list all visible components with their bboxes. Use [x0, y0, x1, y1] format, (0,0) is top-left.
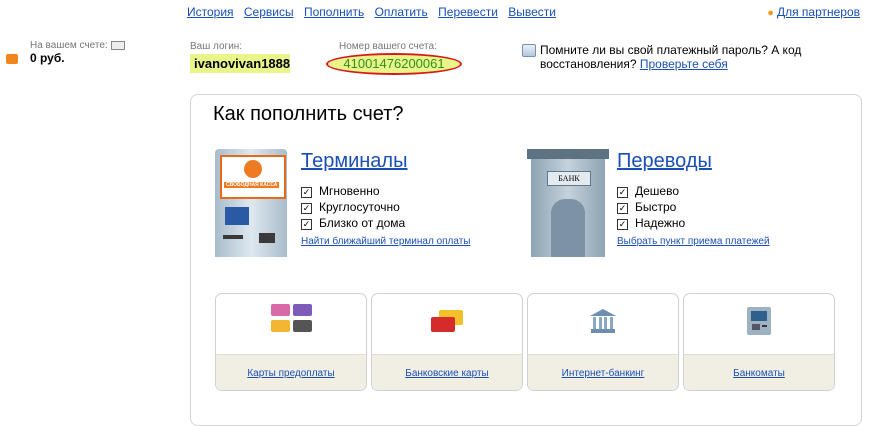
terminal-brand: СВОБОДНАЯ КАССА	[224, 182, 280, 188]
check-icon: ✓	[301, 187, 312, 198]
balance-label-wrap: На вашем счете:	[30, 40, 125, 51]
transfers-block: БАНК Переводы ✓ Дешево ✓ Быстро ✓ Надежно В…	[527, 149, 770, 257]
login-block: Ваш логин: ivanovivan1888	[190, 41, 290, 73]
check-icon: ✓	[301, 203, 312, 214]
feature-label: Круглосуточно	[319, 200, 400, 214]
transfers-link[interactable]: Переводы	[617, 150, 712, 173]
bank-icon: БАНК	[527, 149, 609, 257]
top-up-panel: Как пополнить счет? СВОБОДНАЯ КАССА Терм…	[190, 94, 862, 426]
bank-cards-link[interactable]: Банковские карты	[372, 368, 522, 379]
feature-label: Мгновенно	[319, 184, 380, 198]
check-yourself-link[interactable]: Проверьте себя	[640, 57, 728, 71]
nav-history[interactable]: История	[187, 5, 234, 19]
tile-bank-cards[interactable]: Банковские карты	[371, 293, 523, 391]
internet-banking-link[interactable]: Интернет-банкинг	[528, 368, 678, 379]
tile-internet-banking[interactable]: Интернет-банкинг	[527, 293, 679, 391]
wallet-icon	[6, 54, 18, 64]
terminals-features: ✓ Мгновенно ✓ Круглосуточно ✓ Близко от дом…	[301, 183, 405, 231]
check-icon: ✓	[301, 219, 312, 230]
tile-prepaid-cards[interactable]: Карты предоплаты	[215, 293, 367, 391]
feature-label: Дешево	[635, 184, 680, 198]
list-item: ✓ Круглосуточно	[301, 199, 405, 215]
list-item: ✓ Быстро	[617, 199, 685, 215]
reminder-text-wrap: Помните ли вы свой платежный пароль? А к…	[540, 43, 857, 71]
tile-atms[interactable]: Банкоматы	[683, 293, 835, 391]
transfers-features: ✓ Дешево ✓ Быстро ✓ Надежно	[617, 183, 685, 231]
bank-building-icon	[589, 308, 617, 334]
account-label: Номер вашего счета:	[339, 41, 437, 52]
atm-icon	[746, 306, 772, 336]
balance-label: На вашем счете:	[30, 40, 108, 51]
nav-transfer[interactable]: Перевести	[438, 5, 498, 19]
login-label: Ваш логин:	[190, 41, 243, 52]
login-value: ivanovivan1888	[190, 54, 290, 73]
find-terminal-link[interactable]: Найти ближайший терминал оплаты	[301, 236, 471, 247]
prepaid-cards-link[interactable]: Карты предоплаты	[216, 368, 366, 379]
check-icon: ✓	[617, 187, 628, 198]
feature-label: Надежно	[635, 216, 686, 230]
bank-cards-icon	[427, 310, 467, 336]
feature-label: Близко от дома	[319, 216, 406, 230]
nav-services[interactable]: Сервисы	[244, 5, 294, 19]
bullet-icon: ●	[767, 7, 774, 19]
nav-top-up[interactable]: Пополнить	[304, 5, 364, 19]
feature-label: Быстро	[635, 200, 677, 214]
panel-title: Как пополнить счет?	[213, 103, 404, 125]
account-block: Номер вашего счета: 41001476200061	[326, 41, 462, 75]
account-number: 41001476200061	[326, 53, 462, 75]
list-item: ✓ Дешево	[617, 183, 685, 199]
list-item: ✓ Мгновенно	[301, 183, 405, 199]
terminals-block: СВОБОДНАЯ КАССА Терминалы ✓ Мгновенно ✓ Кр…	[213, 149, 471, 257]
prepaid-cards-icon	[269, 304, 313, 338]
atms-link[interactable]: Банкоматы	[684, 368, 834, 379]
list-item: ✓ Близко от дома	[301, 215, 405, 231]
password-reminder: Помните ли вы свой платежный пароль? А к…	[522, 43, 857, 71]
balance-amount: 0 руб.	[30, 51, 65, 65]
show-balance-icon[interactable]	[110, 40, 125, 50]
check-icon: ✓	[617, 219, 628, 230]
nav-withdraw[interactable]: Вывести	[508, 5, 556, 19]
terminal-icon: СВОБОДНАЯ КАССА	[213, 149, 291, 257]
bank-sign: БАНК	[547, 171, 591, 186]
terminals-link[interactable]: Терминалы	[301, 150, 407, 173]
check-icon: ✓	[617, 203, 628, 214]
nav-pay[interactable]: Оплатить	[375, 5, 428, 19]
top-nav: История Сервисы Пополнить Оплатить Перев…	[187, 5, 563, 19]
choose-payment-point-link[interactable]: Выбрать пункт приема платежей	[617, 236, 770, 247]
list-item: ✓ Надежно	[617, 215, 685, 231]
info-icon	[522, 44, 536, 57]
partners-link[interactable]: Для партнеров	[777, 5, 860, 19]
partners-link-wrap: ● Для партнеров	[767, 5, 860, 19]
